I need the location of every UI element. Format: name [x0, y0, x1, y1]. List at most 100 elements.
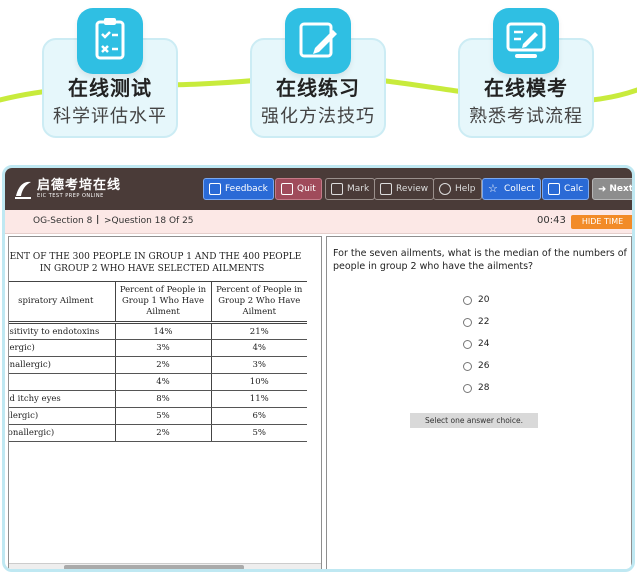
calc-button[interactable]: Calc: [542, 178, 590, 200]
feature-card-test[interactable]: 在线测试 科学评估水平: [42, 8, 178, 138]
table-row: and itchy eyes 8% 11%: [9, 390, 307, 408]
mark-button[interactable]: Mark: [325, 178, 376, 200]
table-cell: ensitivity to endotoxins: [9, 322, 116, 340]
feature-title: 在线练习: [276, 76, 360, 100]
table-header: Percent of People in Group 1 Who Have Ai…: [115, 281, 212, 324]
review-label: Review: [396, 184, 429, 194]
table-cell: 3%: [211, 356, 307, 374]
answer-choice-label: 26: [478, 361, 490, 371]
answer-choice-label: 28: [478, 383, 490, 393]
mock-exam-icon: [493, 8, 559, 74]
table-cell: 8%: [115, 390, 212, 408]
pencil-edit-icon: [285, 8, 351, 74]
radio-button[interactable]: [463, 317, 472, 327]
table-cell: 3%: [115, 339, 212, 357]
table-cell: 4%: [115, 373, 212, 391]
quit-label: Quit: [297, 184, 316, 194]
data-table-container: CENT OF THE 300 PEOPLE IN GROUP 1 AND TH…: [8, 251, 307, 442]
review-button[interactable]: Review: [374, 178, 435, 200]
table-header: spiratory Ailment: [9, 281, 116, 324]
table-row: (allergic) 5% 6%: [9, 407, 307, 425]
table-cell: 10%: [211, 373, 307, 391]
arrow-right-icon: ➜: [598, 183, 607, 195]
table-row: 4% 10%: [9, 373, 307, 391]
radio-button[interactable]: [463, 339, 472, 349]
table-cell: (nonallergic): [9, 424, 116, 442]
section-label: OG-Section 8: [33, 216, 93, 226]
status-bar: OG-Section 8 | >Question 18 Of 25 00:43 …: [5, 210, 632, 234]
collect-label: Collect: [504, 184, 535, 194]
help-icon: [439, 183, 451, 195]
logo-subtext: EIC TEST PREP ONLINE: [37, 192, 104, 199]
quit-button[interactable]: Quit: [275, 178, 322, 200]
table-caption-line: IN GROUP 2 WHO HAVE SELECTED AILMENTS: [39, 264, 265, 274]
next-label: Next: [609, 184, 634, 194]
calculator-icon: [548, 183, 560, 195]
status-separator: |: [96, 215, 100, 225]
feature-card-mock[interactable]: 在线模考 熟悉考试流程: [458, 8, 594, 138]
feature-title: 在线模考: [484, 76, 568, 100]
horizontal-scrollbar[interactable]: [9, 563, 321, 569]
help-label: Help: [455, 184, 476, 194]
table-row: nonallergic) 2% 3%: [9, 356, 307, 374]
answer-choice[interactable]: 22: [463, 311, 489, 333]
question-pane: For the seven ailments, what is the medi…: [326, 236, 632, 569]
toolbar: 启德考培在线 EIC TEST PREP ONLINE Feedback Qui…: [5, 168, 632, 210]
table-cell: 6%: [211, 407, 307, 425]
feature-subtitle: 科学评估水平: [53, 106, 167, 127]
review-icon: [380, 183, 392, 195]
feature-subtitle: 强化方法技巧: [261, 106, 375, 127]
table-cell: 5%: [115, 407, 212, 425]
table-row: ensitivity to endotoxins 14% 21%: [9, 322, 307, 340]
hide-time-button[interactable]: HIDE TIME: [571, 215, 632, 229]
feature-subtitle: 熟悉考试流程: [469, 106, 583, 127]
quit-icon: [281, 183, 293, 195]
answer-choices: 20 22 24 26 28: [463, 289, 489, 399]
feedback-button[interactable]: Feedback: [203, 178, 274, 200]
stimulus-pane[interactable]: CENT OF THE 300 PEOPLE IN GROUP 1 AND TH…: [8, 236, 322, 569]
scrollbar-thumb[interactable]: [64, 565, 244, 569]
answer-choice[interactable]: 26: [463, 355, 489, 377]
feedback-label: Feedback: [225, 184, 268, 194]
table-caption-line: CENT OF THE 300 PEOPLE IN GROUP 1 AND TH…: [8, 252, 302, 262]
table-cell: 5%: [211, 424, 307, 442]
question-counter: >Question 18 Of 25: [104, 216, 194, 226]
page: 在线测试 科学评估水平 在线练习 强化方法技巧 在线模考 熟悉考试流程 启德考培…: [0, 0, 637, 574]
answer-choice[interactable]: 20: [463, 289, 489, 311]
feature-title: 在线测试: [68, 76, 152, 100]
answer-choice[interactable]: 28: [463, 377, 489, 399]
table-cell: (allergic): [9, 407, 116, 425]
answer-choice-label: 22: [478, 317, 490, 327]
table-row: allergic) 3% 4%: [9, 339, 307, 357]
table-cell: allergic): [9, 339, 116, 357]
radio-button[interactable]: [463, 383, 472, 393]
calc-label: Calc: [564, 184, 584, 194]
mark-label: Mark: [347, 184, 370, 194]
clipboard-checklist-icon: [77, 8, 143, 74]
logo-name: 启德考培在线: [37, 177, 122, 193]
collect-button[interactable]: ☆ Collect: [482, 178, 541, 200]
table-cell: 4%: [211, 339, 307, 357]
table-cell: and itchy eyes: [9, 390, 116, 408]
table-header: Percent of People in Group 2 Who Have Ai…: [211, 281, 307, 324]
radio-button[interactable]: [463, 361, 472, 371]
answer-choice-label: 20: [478, 295, 490, 305]
feature-card-practice[interactable]: 在线练习 强化方法技巧: [250, 8, 386, 138]
feedback-icon: [209, 183, 221, 195]
table-cell: nonallergic): [9, 356, 116, 374]
help-button[interactable]: Help: [433, 178, 482, 200]
exam-window: 启德考培在线 EIC TEST PREP ONLINE Feedback Qui…: [2, 165, 635, 572]
mark-checkbox-icon: [331, 183, 343, 195]
answer-choice[interactable]: 24: [463, 333, 489, 355]
table-caption: CENT OF THE 300 PEOPLE IN GROUP 1 AND TH…: [8, 251, 307, 275]
logo-icon: [15, 181, 31, 199]
question-text: For the seven ailments, what is the medi…: [333, 248, 627, 272]
answer-choice-label: 24: [478, 339, 490, 349]
table-row: (nonallergic) 2% 5%: [9, 424, 307, 442]
table-cell: 2%: [115, 356, 212, 374]
radio-button[interactable]: [463, 295, 472, 305]
data-table: spiratory Ailment Percent of People in G…: [9, 281, 307, 442]
next-button[interactable]: ➜ Next: [592, 178, 634, 200]
table-cell: 21%: [211, 322, 307, 340]
timer: 00:43: [537, 215, 566, 226]
